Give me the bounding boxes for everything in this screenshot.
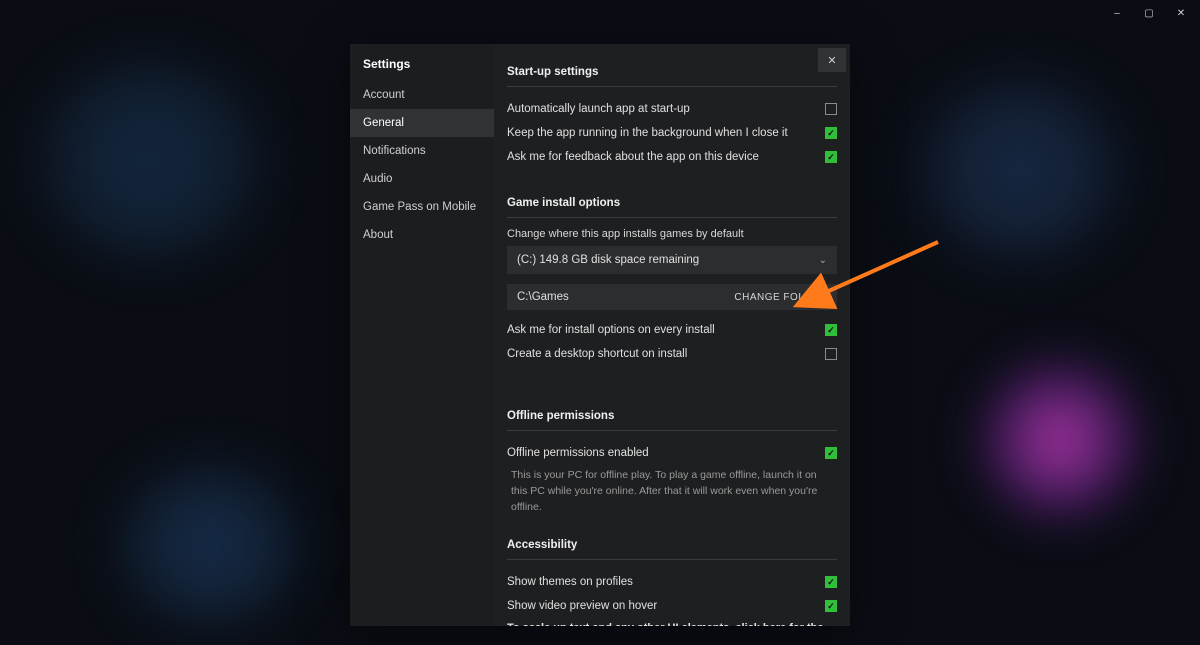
setting-label: Show themes on profiles xyxy=(507,576,633,588)
accessibility-scale-link[interactable]: To scale up text and any other UI elemen… xyxy=(507,622,837,626)
sidebar-item-audio[interactable]: Audio xyxy=(350,165,494,193)
startup-row-auto-launch: Automatically launch app at start-up xyxy=(507,97,837,121)
minimize-button[interactable]: – xyxy=(1106,4,1128,22)
chevron-down-icon: ⌄ xyxy=(819,255,827,266)
accessibility-row-themes: Show themes on profiles xyxy=(507,570,837,594)
drive-dropdown[interactable]: (C:) 149.8 GB disk space remaining ⌄ xyxy=(507,246,837,274)
offline-helper-text: This is your PC for offline play. To pla… xyxy=(507,465,837,521)
checkbox-feedback[interactable] xyxy=(825,151,837,163)
sidebar-item-account[interactable]: Account xyxy=(350,81,494,109)
maximize-button[interactable]: ▢ xyxy=(1138,4,1160,22)
sidebar-item-notifications[interactable]: Notifications xyxy=(350,137,494,165)
setting-label: Create a desktop shortcut on install xyxy=(507,348,687,360)
folder-row: C:\Games CHANGE FOLDER xyxy=(507,284,837,310)
startup-row-background: Keep the app running in the background w… xyxy=(507,121,837,145)
modal-close-button[interactable]: ✕ xyxy=(818,48,846,72)
settings-modal: Settings Account General Notifications A… xyxy=(350,44,850,626)
section-heading-startup: Start-up settings xyxy=(507,60,837,78)
settings-title: Settings xyxy=(350,44,494,81)
window-close-button[interactable]: ✕ xyxy=(1170,4,1192,22)
accessibility-row-video-preview: Show video preview on hover xyxy=(507,594,837,618)
startup-row-feedback: Ask me for feedback about the app on thi… xyxy=(507,145,837,169)
setting-label: Ask me for feedback about the app on thi… xyxy=(507,151,759,163)
drive-selected-label: (C:) 149.8 GB disk space remaining xyxy=(517,254,699,266)
settings-sidebar: Settings Account General Notifications A… xyxy=(350,44,494,626)
checkbox-auto-launch[interactable] xyxy=(825,103,837,115)
window-controls: – ▢ ✕ xyxy=(1098,0,1200,26)
checkbox-background[interactable] xyxy=(825,127,837,139)
divider xyxy=(507,217,837,218)
checkbox-themes[interactable] xyxy=(825,576,837,588)
sidebar-item-gamepass-mobile[interactable]: Game Pass on Mobile xyxy=(350,193,494,221)
section-heading-accessibility: Accessibility xyxy=(507,533,837,551)
setting-label: Show video preview on hover xyxy=(507,600,657,612)
setting-label: Keep the app running in the background w… xyxy=(507,127,788,139)
offline-row-enabled: Offline permissions enabled xyxy=(507,441,837,465)
install-row-desktop-shortcut: Create a desktop shortcut on install xyxy=(507,342,837,366)
checkbox-video-preview[interactable] xyxy=(825,600,837,612)
folder-path-label: C:\Games xyxy=(517,291,569,303)
change-folder-button[interactable]: CHANGE FOLDER xyxy=(734,292,827,303)
divider xyxy=(507,86,837,87)
section-heading-offline: Offline permissions xyxy=(507,404,837,422)
setting-label: Automatically launch app at start-up xyxy=(507,103,690,115)
checkbox-offline-enabled[interactable] xyxy=(825,447,837,459)
divider xyxy=(507,430,837,431)
sidebar-item-general[interactable]: General xyxy=(350,109,494,137)
checkbox-ask-options[interactable] xyxy=(825,324,837,336)
section-heading-install: Game install options xyxy=(507,191,837,209)
sidebar-item-about[interactable]: About xyxy=(350,221,494,249)
settings-main-panel: ✕ Start-up settings Automatically launch… xyxy=(494,44,850,626)
install-row-ask-options: Ask me for install options on every inst… xyxy=(507,318,837,342)
setting-label: Ask me for install options on every inst… xyxy=(507,324,715,336)
setting-label: Offline permissions enabled xyxy=(507,447,649,459)
install-change-desc: Change where this app installs games by … xyxy=(507,228,837,240)
divider xyxy=(507,559,837,560)
checkbox-desktop-shortcut[interactable] xyxy=(825,348,837,360)
